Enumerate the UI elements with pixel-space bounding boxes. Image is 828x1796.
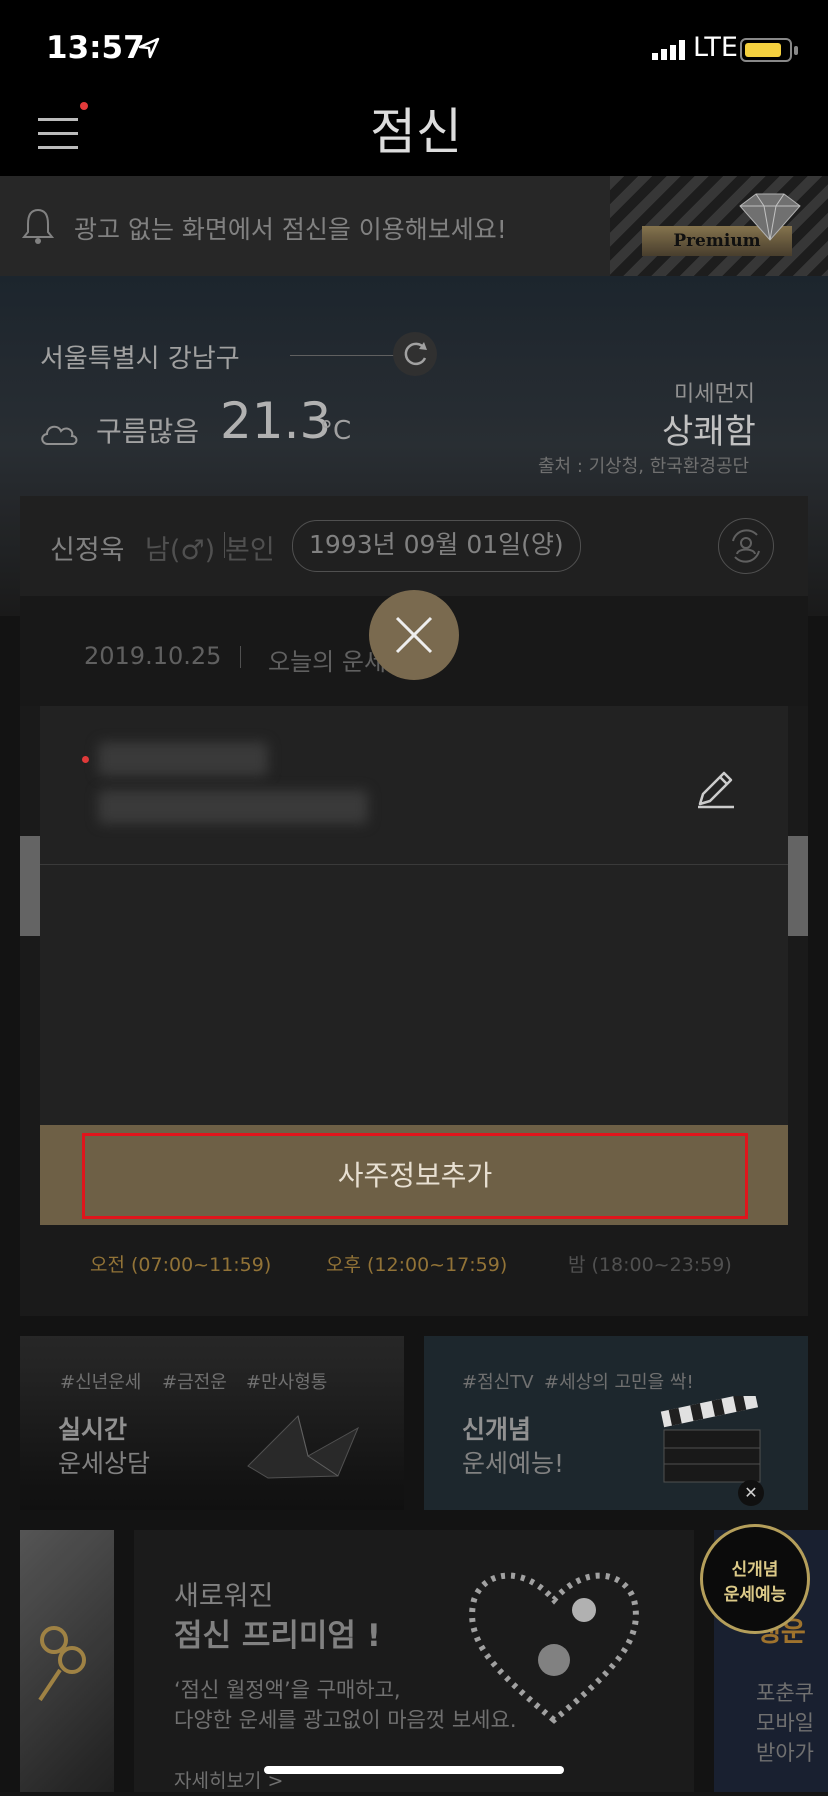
redacted-birthdate bbox=[98, 790, 368, 824]
status-bar: 13:57 LTE bbox=[0, 0, 828, 96]
notification-dot bbox=[80, 102, 88, 110]
close-icon bbox=[395, 616, 433, 654]
redacted-name bbox=[98, 742, 268, 776]
app-logo: 점신 bbox=[370, 103, 462, 161]
home-indicator bbox=[264, 1766, 564, 1774]
battery-icon bbox=[740, 38, 798, 62]
add-saju-info-button[interactable]: 사주정보추가 bbox=[82, 1133, 748, 1219]
location-arrow-icon bbox=[138, 37, 160, 59]
saju-info-modal: 사주정보추가 bbox=[40, 706, 788, 1225]
edit-pencil-icon[interactable] bbox=[694, 766, 738, 810]
app-header: 점신 bbox=[0, 96, 828, 176]
modal-footer: 사주정보추가 bbox=[40, 1125, 788, 1225]
divider bbox=[40, 864, 788, 865]
menu-button[interactable] bbox=[38, 116, 80, 150]
close-modal-button[interactable] bbox=[369, 590, 459, 680]
network-type: LTE bbox=[693, 32, 738, 63]
active-indicator bbox=[82, 756, 89, 763]
signal-icon bbox=[652, 40, 685, 60]
status-time: 13:57 bbox=[46, 30, 145, 66]
